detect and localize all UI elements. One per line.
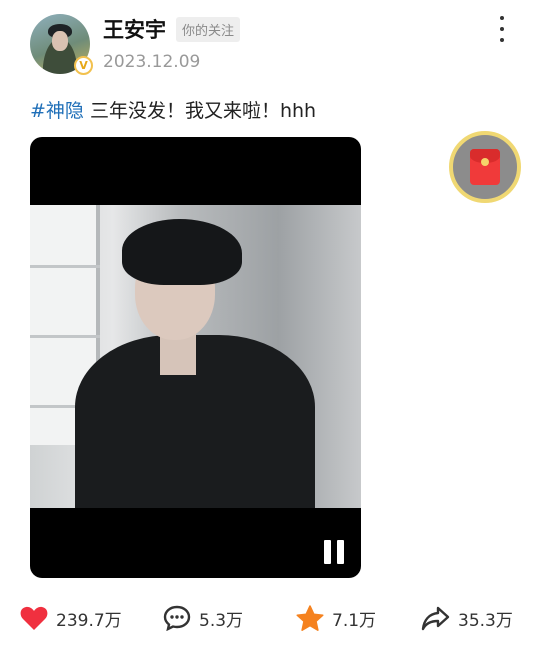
red-envelope-icon[interactable] — [449, 131, 521, 203]
hashtag-link[interactable]: #神隐 — [30, 100, 84, 122]
comment-count: 5.3万 — [199, 610, 244, 631]
heart-icon — [20, 606, 48, 630]
action-bar: 239.7万 5.3万 7.1万 35.3万 — [0, 598, 540, 638]
video-frame — [30, 205, 361, 508]
post-body: 三年没发！我又来啦！hhh — [83, 100, 317, 122]
pause-icon[interactable] — [322, 540, 346, 564]
post-date: 2023.12.09 — [103, 52, 201, 72]
favorite-count: 7.1万 — [332, 610, 377, 631]
comment-button[interactable]: 5.3万 — [163, 598, 243, 638]
like-count: 239.7万 — [56, 610, 122, 631]
verified-badge-icon: V — [74, 56, 93, 75]
favorite-button[interactable]: 7.1万 — [296, 598, 376, 638]
more-options-icon[interactable] — [492, 16, 512, 42]
following-badge: 你的关注 — [176, 17, 241, 42]
share-count: 35.3万 — [458, 610, 513, 631]
author-name[interactable]: 王安宇 — [103, 14, 166, 44]
avatar-face — [52, 31, 68, 51]
comment-icon — [163, 605, 191, 631]
person-hair — [122, 219, 242, 285]
like-button[interactable]: 239.7万 — [20, 598, 122, 638]
star-icon — [296, 604, 324, 631]
share-icon — [421, 606, 450, 631]
post-text: #神隐 三年没发！我又来啦！hhh — [30, 96, 316, 123]
video-player[interactable] — [30, 137, 361, 578]
share-button[interactable]: 35.3万 — [421, 598, 513, 638]
